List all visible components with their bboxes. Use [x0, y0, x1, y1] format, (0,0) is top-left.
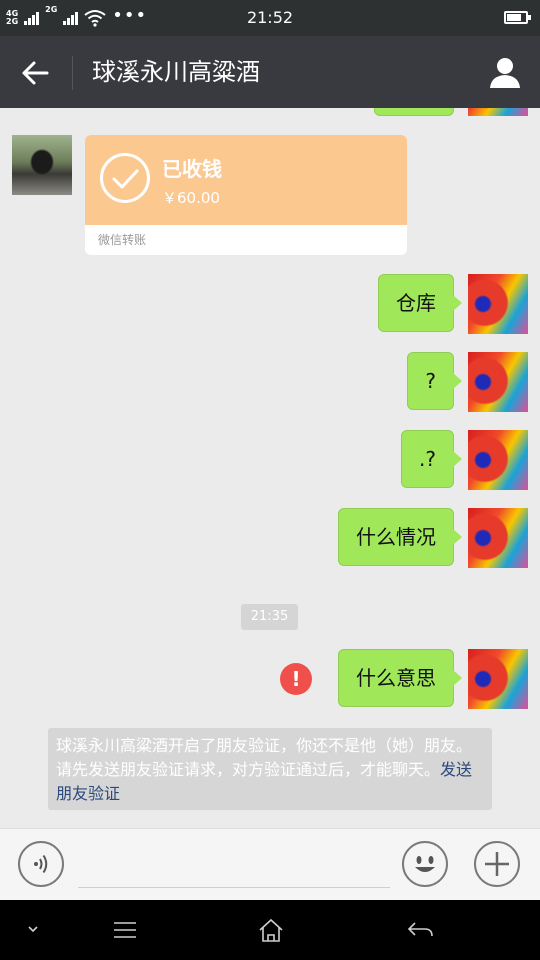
- status-bar: 4G 2G 2G ••• 21:52: [0, 0, 540, 36]
- chevron-down-icon[interactable]: [18, 916, 48, 944]
- input-bar: [0, 828, 540, 900]
- plus-icon[interactable]: [474, 841, 520, 887]
- battery-level: [507, 14, 522, 21]
- transfer-source: 微信转账: [98, 233, 147, 247]
- home-icon[interactable]: [256, 916, 286, 944]
- battery-icon: [504, 11, 531, 24]
- friend-avatar[interactable]: [12, 135, 72, 195]
- chat-header: 球溪永川高粱酒: [0, 36, 540, 108]
- arrow-left-icon[interactable]: [18, 56, 52, 90]
- sent-message-bubble[interactable]: ?: [407, 352, 462, 410]
- sent-message-bubble[interactable]: .?: [401, 430, 462, 488]
- person-icon[interactable]: [488, 55, 522, 89]
- failed-message-bubble[interactable]: 什么意思: [338, 649, 462, 707]
- system-nav-bar: [0, 900, 540, 960]
- status-time: 21:52: [246, 8, 294, 27]
- my-avatar[interactable]: [468, 274, 528, 334]
- my-avatar[interactable]: [468, 430, 528, 490]
- message-input[interactable]: [78, 887, 390, 888]
- transfer-card[interactable]: 已收钱 ￥60.00 微信转账: [85, 135, 407, 255]
- previous-message-bubble[interactable]: [374, 108, 454, 116]
- my-avatar[interactable]: [468, 508, 528, 568]
- send-failed-icon[interactable]: !: [280, 663, 312, 695]
- header-divider: [72, 56, 73, 90]
- sent-message-bubble[interactable]: 仓库: [378, 274, 462, 332]
- return-icon[interactable]: [405, 916, 435, 944]
- voice-icon[interactable]: [18, 841, 64, 887]
- chat-title: 球溪永川高粱酒: [92, 58, 260, 86]
- my-avatar[interactable]: [468, 108, 528, 116]
- smiley-icon[interactable]: [402, 841, 448, 887]
- sent-message-bubble[interactable]: 什么情况: [338, 508, 462, 566]
- transfer-amount: ￥60.00: [162, 189, 220, 207]
- check-icon: [100, 153, 150, 203]
- my-avatar[interactable]: [468, 649, 528, 709]
- notice-text: 球溪永川高粱酒开启了朋友验证，你还不是他（她）朋友。请先发送朋友验证请求，对方验…: [56, 736, 473, 779]
- menu-icon[interactable]: [110, 916, 140, 944]
- my-avatar[interactable]: [468, 352, 528, 412]
- message-timestamp: 21:35: [241, 604, 298, 630]
- chat-area[interactable]: 已收钱 ￥60.00 微信转账 仓库 ? .? 什么情况 21:35 ! 什么意…: [0, 108, 540, 828]
- transfer-status: 已收钱: [162, 157, 222, 181]
- friend-verification-notice: 球溪永川高粱酒开启了朋友验证，你还不是他（她）朋友。请先发送朋友验证请求，对方验…: [48, 728, 492, 810]
